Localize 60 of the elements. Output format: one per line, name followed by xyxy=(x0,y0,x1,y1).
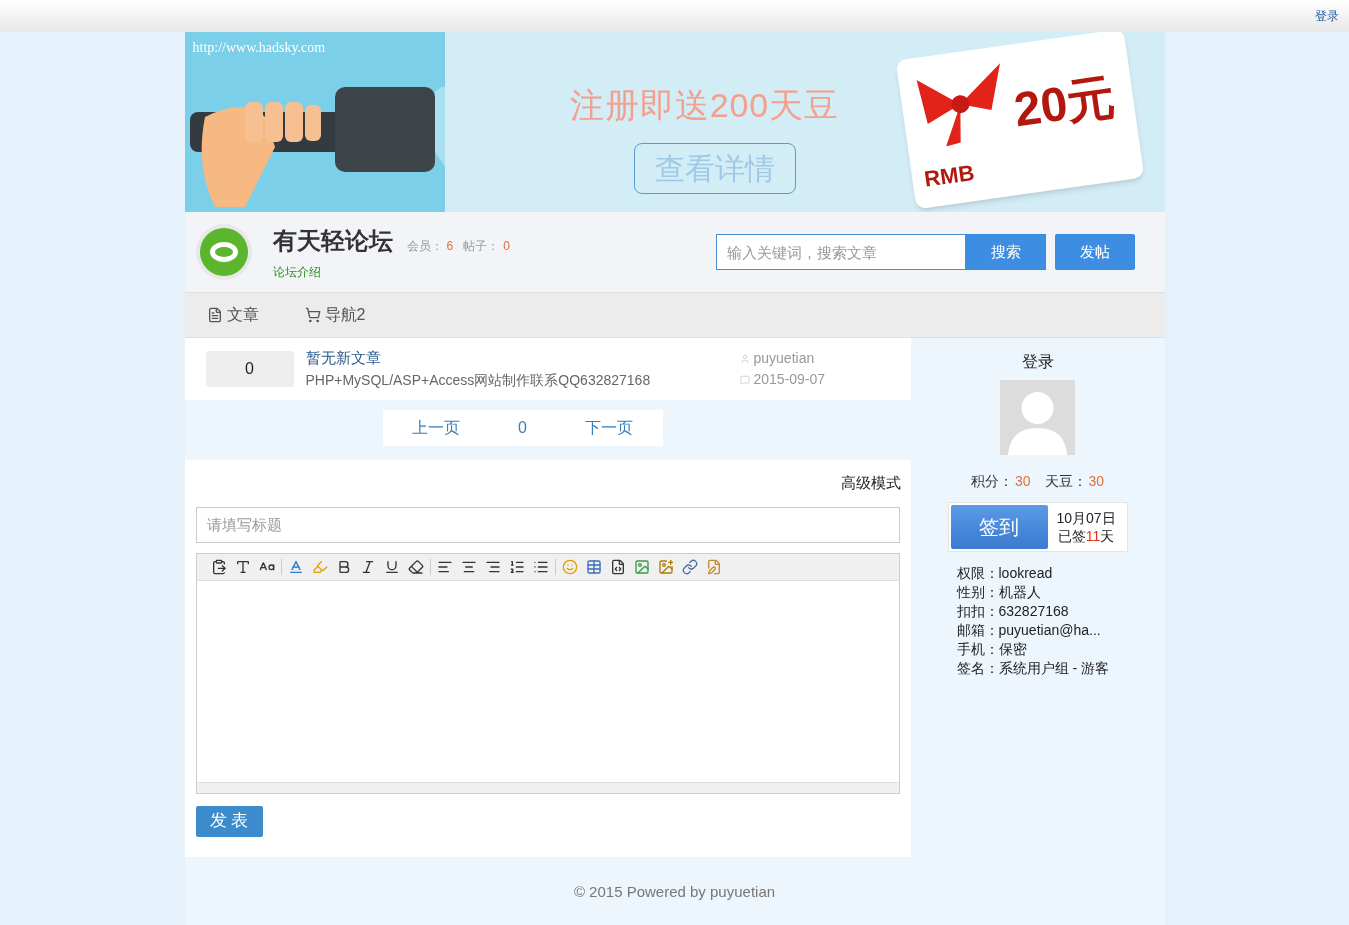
forum-title: 有天轻论坛 xyxy=(272,226,393,256)
reply-count: 0 xyxy=(205,351,294,387)
image-tool-icon[interactable] xyxy=(633,558,650,575)
new-post-button[interactable]: 发帖 xyxy=(1054,234,1135,270)
members-label: 会员： xyxy=(406,238,443,255)
font-tool-icon[interactable] xyxy=(234,558,251,575)
profile-info-line: 手机：保密 xyxy=(956,640,1028,659)
page-number[interactable]: 0 xyxy=(518,416,527,440)
nav-link[interactable]: 文章 xyxy=(226,303,259,327)
footer-text: © 2015 Powered by puyuetian xyxy=(573,882,776,903)
edit-tool-icon[interactable] xyxy=(705,558,722,575)
search-button[interactable]: 搜索 xyxy=(965,234,1046,270)
document-icon xyxy=(206,307,223,323)
checkin-streak: 已签11天 xyxy=(1057,527,1115,545)
forum-logo-icon xyxy=(194,223,253,281)
image-add-tool-icon[interactable] xyxy=(657,558,674,575)
card-currency: RMB xyxy=(921,159,977,194)
post-date: 2015-09-07 xyxy=(753,370,826,389)
members-count: 6 xyxy=(446,238,454,255)
code-tool-icon[interactable] xyxy=(609,558,626,575)
title-field[interactable]: 请填写标题 xyxy=(195,506,900,543)
prev-page-link[interactable]: 上一页 xyxy=(411,416,460,440)
next-page-link[interactable]: 下一页 xyxy=(585,416,634,440)
card-amount: 20元 xyxy=(1009,68,1119,139)
link-tool-icon[interactable] xyxy=(681,558,698,575)
points-label: 积分： xyxy=(970,472,1013,491)
points-value: 30 xyxy=(1014,472,1031,491)
nav-link[interactable]: 导航2 xyxy=(324,303,366,327)
ordered-tool-icon[interactable] xyxy=(508,558,525,575)
login-link[interactable]: 登录 xyxy=(1315,7,1339,25)
color-tool-icon[interactable] xyxy=(287,558,304,575)
resize-handle[interactable] xyxy=(196,781,899,793)
profile-info-line: 邮箱：puyuetian@ha... xyxy=(956,621,1102,640)
banner-headline: 注册即送200天豆 xyxy=(570,85,839,126)
underline-tool-icon[interactable] xyxy=(383,558,400,575)
forum-intro-link[interactable]: 论坛介绍 xyxy=(272,263,510,281)
profile-info-line: 签名：系统用户组 - 游客 xyxy=(956,659,1109,678)
advanced-mode-link[interactable]: 高级模式 xyxy=(840,472,901,495)
article-title[interactable]: 暂无新文章 xyxy=(305,347,740,370)
author-name: puyuetian xyxy=(753,349,815,368)
article-summary: PHP+MySQL/ASP+Access网站制作联系QQ632827168 xyxy=(305,370,652,390)
posts-label: 帖子： xyxy=(463,238,500,255)
profile-info-line: 性别：机器人 xyxy=(956,583,1042,602)
comment-icon xyxy=(739,374,750,385)
posts-count: 0 xyxy=(503,238,510,255)
publish-button[interactable]: 发 表 xyxy=(195,805,263,837)
profile-info-line: 权限：lookread xyxy=(956,564,1054,583)
checkin-date: 10月07日 xyxy=(1056,509,1116,527)
eraser-tool-icon[interactable] xyxy=(407,558,424,575)
checkin-button[interactable]: 签到 xyxy=(950,505,1048,549)
banner-url: http://www.hadsky.com xyxy=(192,39,326,57)
profile-info-line: 扣扣：632827168 xyxy=(956,602,1070,621)
beans-value: 30 xyxy=(1088,472,1105,491)
cart-icon xyxy=(304,307,321,323)
search-field[interactable]: 输入关键词，搜索文章 xyxy=(715,234,966,270)
sidebar-login-link[interactable]: 登录 xyxy=(1021,350,1054,374)
paste-tool-icon[interactable] xyxy=(210,558,227,575)
table-tool-icon[interactable] xyxy=(585,558,602,575)
beans-label: 天豆： xyxy=(1044,472,1087,491)
user-icon xyxy=(739,353,750,364)
